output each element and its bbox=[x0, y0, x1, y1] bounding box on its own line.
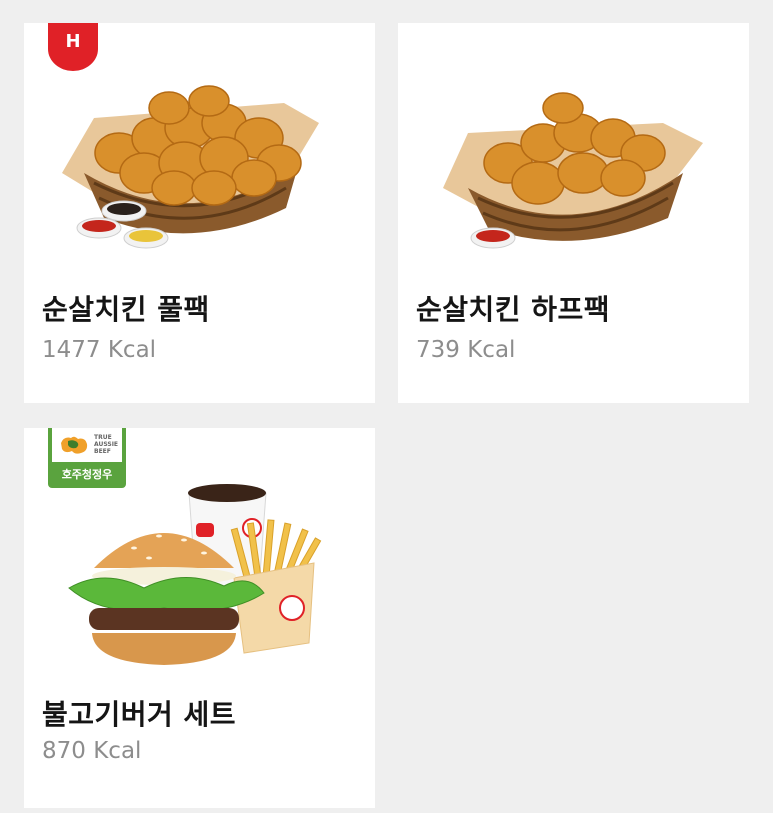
h-badge-label: H bbox=[65, 31, 81, 52]
australia-map-icon bbox=[61, 436, 88, 454]
menu-item-title: 불고기버거 세트 bbox=[42, 698, 237, 731]
menu-item-kcal: 739 Kcal bbox=[416, 337, 516, 363]
menu-card-bulgogi-burger-set[interactable]: TRUE AUSSIE BEEF 호주청정우 불고기버거 세트 870 Kcal bbox=[24, 428, 375, 808]
true-aussie-beef-logo: TRUE AUSSIE BEEF 호주청정우 bbox=[48, 428, 126, 488]
beef-badge-label: 호주청정우 bbox=[61, 468, 113, 481]
beef-logo-text: TRUE AUSSIE BEEF bbox=[94, 434, 119, 455]
menu-card-chicken-half[interactable]: 순살치킨 하프팩 739 Kcal bbox=[398, 23, 749, 403]
menu-item-title: 순살치킨 풀팩 bbox=[42, 293, 210, 326]
menu-item-kcal: 870 Kcal bbox=[42, 738, 142, 764]
menu-card-chicken-full[interactable]: H 순살치킨 풀팩 1477 Kcal bbox=[24, 23, 375, 403]
chicken-half-pack-image bbox=[443, 92, 703, 249]
menu-item-kcal: 1477 Kcal bbox=[42, 337, 157, 363]
h-badge-icon: H bbox=[48, 23, 98, 71]
menu-item-title: 순살치킨 하프팩 bbox=[416, 293, 611, 326]
